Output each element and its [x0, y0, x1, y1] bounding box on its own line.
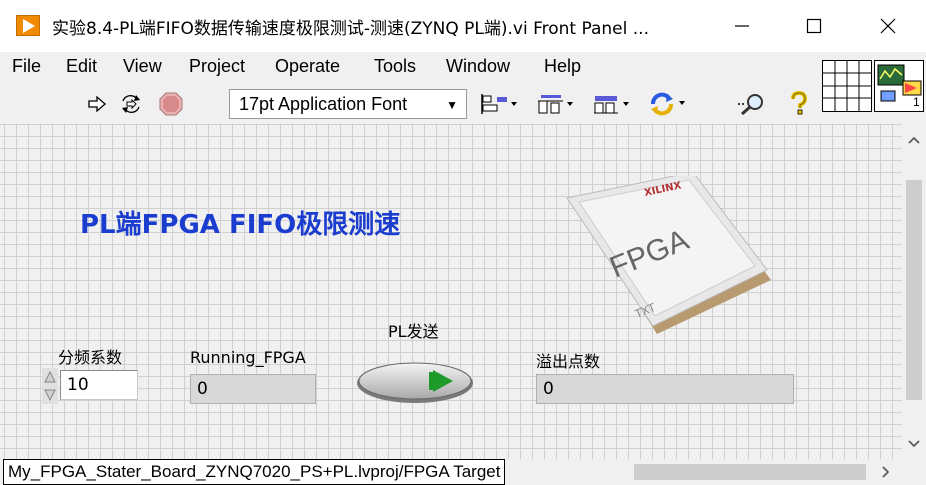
menu-operate[interactable]: Operate: [275, 56, 340, 77]
divider-stepper[interactable]: [42, 368, 58, 404]
close-icon: [880, 18, 896, 34]
overflow-label: 溢出点数: [536, 352, 601, 371]
run-continuous-icon: [122, 95, 140, 113]
resize-objects-button[interactable]: [592, 90, 634, 118]
divider-label: 分频系数: [58, 348, 123, 367]
resize-objects-icon: [594, 96, 629, 114]
align-objects-icon: [481, 94, 517, 114]
labview-front-panel-window: 实验8.4-PL端FIFO数据传输速度极限测试-测速(ZYNQ PL端).vi …: [0, 0, 926, 485]
panel-heading: PL端FPGA FIFO极限测速: [80, 210, 401, 240]
abort-button[interactable]: [158, 90, 184, 118]
window-title: 实验8.4-PL端FIFO数据传输速度极限测试-测速(ZYNQ PL端).vi …: [52, 19, 649, 39]
run-button[interactable]: [86, 90, 108, 118]
project-target-path: My_FPGA_Stater_Board_ZYNQ7020_PS+PL.lvpr…: [3, 459, 506, 485]
scroll-right-icon[interactable]: [876, 460, 896, 484]
overflow-indicator: 0: [536, 374, 794, 404]
vi-icon[interactable]: 1: [874, 60, 924, 112]
text-settings-dropdown[interactable]: 17pt Application Font ▼: [229, 89, 467, 119]
maximize-button[interactable]: [778, 0, 850, 52]
help-icon: [791, 91, 808, 115]
running-fpga-indicator: 0: [190, 374, 316, 404]
running-fpga-label: Running_FPGA: [190, 348, 306, 367]
search-button[interactable]: [736, 90, 770, 118]
context-help-button[interactable]: [786, 90, 812, 118]
minimize-button[interactable]: [706, 0, 778, 52]
connector-pane-grid-icon: [823, 61, 871, 111]
minimize-icon: [735, 25, 749, 27]
scroll-up-icon[interactable]: [902, 130, 926, 150]
labview-app-icon: [16, 15, 40, 36]
horizontal-scroll-thumb[interactable]: [634, 464, 866, 480]
pl-send-button[interactable]: [355, 360, 475, 404]
distribute-objects-button[interactable]: [536, 90, 578, 118]
title-bar: 实验8.4-PL端FIFO数据传输速度极限测试-测速(ZYNQ PL端).vi …: [0, 0, 926, 52]
divider-input[interactable]: 10: [60, 370, 138, 400]
run-continuously-button[interactable]: [118, 90, 144, 118]
maximize-icon: [806, 18, 822, 34]
chevron-down-icon: ▼: [446, 98, 458, 112]
menu-help[interactable]: Help: [544, 56, 581, 77]
menu-tools[interactable]: Tools: [374, 56, 416, 77]
menu-edit[interactable]: Edit: [66, 56, 97, 77]
vertical-scroll-thumb[interactable]: [906, 180, 922, 400]
scroll-down-icon[interactable]: [902, 434, 926, 454]
search-icon: [738, 94, 763, 116]
menu-bar: File Edit View Project Operate Tools Win…: [0, 52, 820, 82]
menu-window[interactable]: Window: [446, 56, 510, 77]
distribute-objects-icon: [538, 95, 573, 114]
connector-pane[interactable]: [822, 60, 872, 112]
reorder-icon: [651, 92, 685, 116]
vi-icon-number: 1: [913, 95, 920, 109]
align-objects-button[interactable]: [480, 90, 522, 118]
menu-file[interactable]: File: [12, 56, 41, 77]
pl-send-label: PL发送: [388, 322, 439, 341]
fpga-chip-image: XILINX FPGA TXT: [566, 176, 771, 334]
menu-project[interactable]: Project: [189, 56, 245, 77]
font-select-value: 17pt Application Font: [239, 94, 408, 114]
run-arrow-icon: [88, 95, 106, 113]
front-panel-canvas: PL端FPGA FIFO极限测速 XILINX FPGA TXT 分频系数 10…: [0, 124, 902, 459]
abort-icon: [159, 92, 183, 116]
menu-view[interactable]: View: [123, 56, 162, 77]
close-button[interactable]: [850, 0, 926, 52]
reorder-button[interactable]: [648, 90, 690, 118]
vertical-scrollbar[interactable]: [902, 124, 926, 459]
